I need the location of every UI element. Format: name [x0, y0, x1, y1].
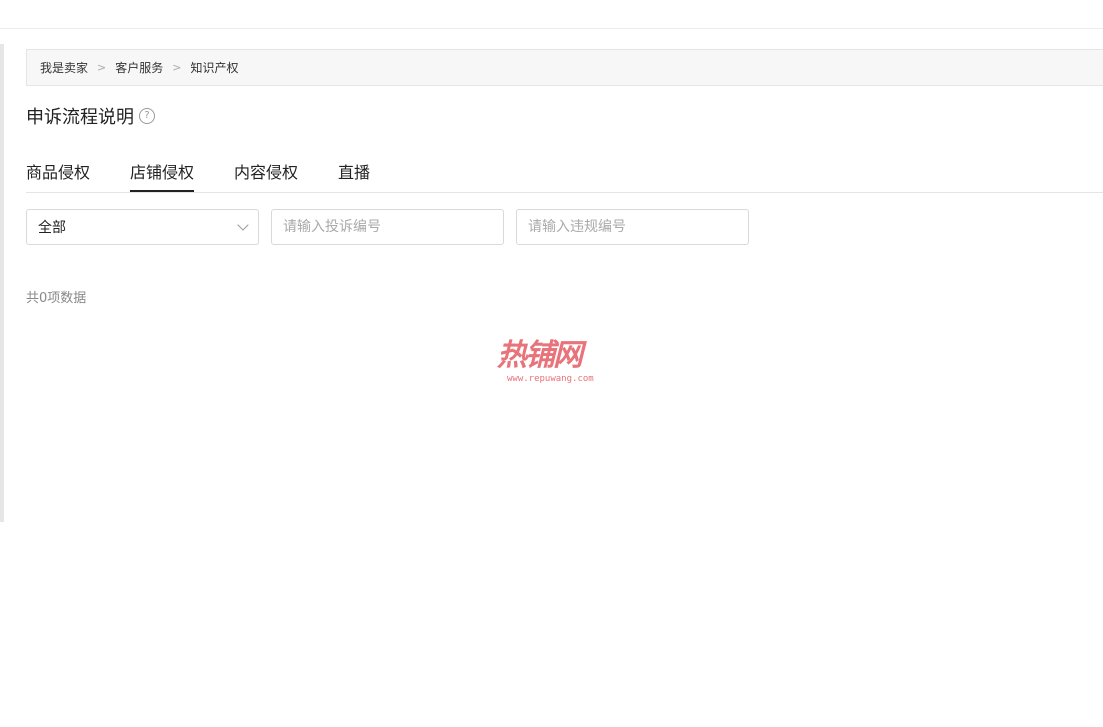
violation-number-input[interactable]: [516, 209, 749, 245]
complaint-number-input[interactable]: [271, 209, 504, 245]
tab-live-stream[interactable]: 直播: [338, 150, 370, 192]
watermark-url: www.repuwang.com: [507, 374, 594, 384]
help-icon[interactable]: ?: [139, 108, 155, 124]
page-title: 申诉流程说明 ?: [26, 103, 155, 129]
breadcrumb-separator: >: [97, 61, 107, 74]
result-count: 共0项数据: [26, 291, 87, 306]
watermark-logo: 热铺网 www.repuwang.com: [497, 336, 609, 392]
breadcrumb-separator: >: [172, 61, 182, 74]
tab-product-infringement[interactable]: 商品侵权: [26, 150, 90, 192]
breadcrumb-item-seller[interactable]: 我是卖家: [40, 59, 88, 76]
breadcrumb: 我是卖家 > 客户服务 > 知识产权: [26, 49, 1103, 86]
status-select-value: 全部: [38, 220, 66, 236]
filter-bar: 全部: [26, 209, 761, 245]
tab-bar: 商品侵权 店铺侵权 内容侵权 直播: [26, 150, 1103, 193]
top-bar: [0, 0, 1103, 29]
tab-store-infringement[interactable]: 店铺侵权: [130, 150, 195, 192]
status-select[interactable]: 全部: [26, 209, 259, 245]
breadcrumb-item-customer-service[interactable]: 客户服务: [115, 59, 163, 76]
watermark-brand: 热铺网: [497, 338, 583, 373]
tab-content-infringement[interactable]: 内容侵权: [234, 150, 298, 192]
breadcrumb-item-ip: 知识产权: [190, 61, 239, 75]
chevron-down-icon: [237, 219, 249, 231]
left-scroll-rail[interactable]: [0, 44, 4, 522]
page-title-text: 申诉流程说明: [26, 107, 134, 128]
